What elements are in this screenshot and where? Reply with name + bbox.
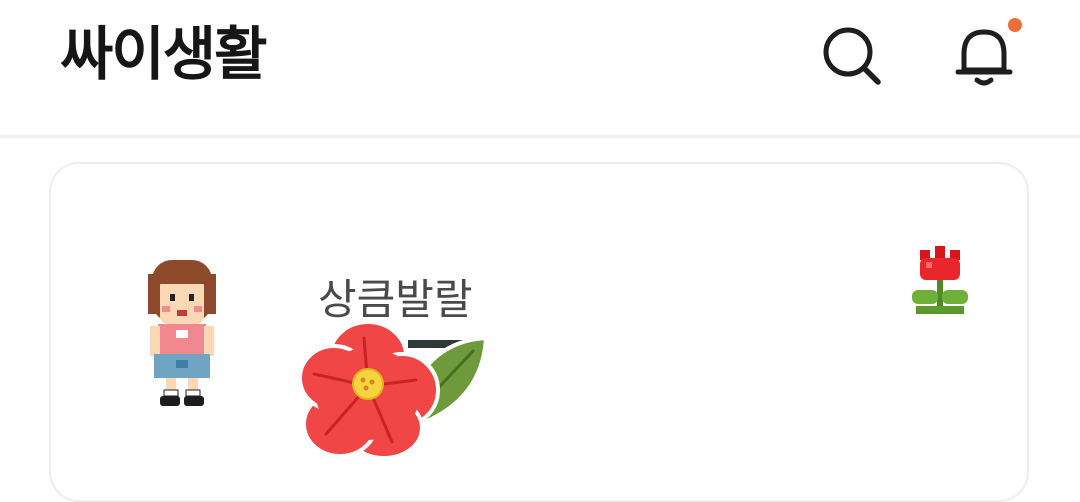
search-icon bbox=[823, 27, 881, 85]
pixel-girl-avatar[interactable] bbox=[140, 254, 224, 410]
notification-button[interactable] bbox=[944, 18, 1024, 98]
top-header: 싸이생활 bbox=[0, 0, 1080, 136]
page-title: 싸이생활 bbox=[60, 20, 267, 88]
notification-badge-dot bbox=[1008, 18, 1022, 32]
red-flower-sticker bbox=[298, 320, 489, 460]
header-divider bbox=[0, 135, 1080, 138]
search-button[interactable] bbox=[812, 18, 892, 98]
pixel-tulip-icon[interactable] bbox=[908, 246, 972, 318]
